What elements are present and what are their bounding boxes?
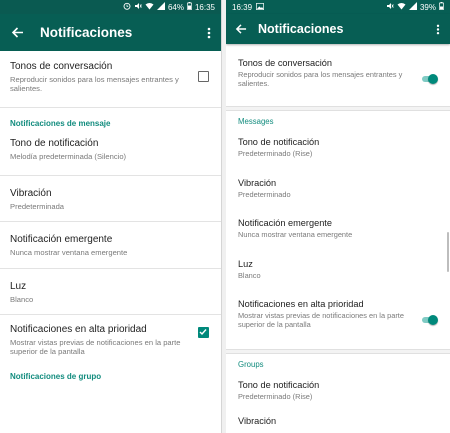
setting-title: Notificación emergente (10, 234, 113, 245)
signal-icon (408, 2, 417, 12)
wifi-icon (397, 2, 406, 12)
toolbar: Notificaciones (0, 14, 221, 51)
setting-light[interactable]: Luz Blanco (0, 269, 221, 315)
setting-title: Notificaciones en alta prioridad (238, 299, 364, 309)
setting-group-vibration[interactable]: Vibración (226, 413, 450, 433)
back-button[interactable] (0, 26, 34, 39)
clock: 16:35 (194, 2, 215, 12)
setting-high-priority[interactable]: Notificaciones en alta prioridad Mostrar… (226, 293, 450, 349)
setting-subtitle: Predeterminado (238, 190, 291, 199)
status-bar: 16:39 39% (226, 0, 450, 14)
high-priority-switch[interactable] (420, 315, 438, 325)
battery-icon (187, 2, 192, 12)
setting-title: Vibración (238, 178, 277, 188)
page-title: Notificaciones (258, 22, 344, 36)
section-divider (226, 106, 450, 111)
setting-subtitle: Blanco (10, 295, 34, 304)
setting-subtitle: Reproducir sonidos para los mensajes ent… (10, 75, 179, 94)
page-title: Notificaciones (40, 25, 133, 40)
setting-title: Tono de notificación (238, 380, 320, 390)
section-header-groups: Notificaciones de grupo (10, 372, 102, 381)
setting-subtitle: Predeterminado (Rise) (238, 392, 313, 401)
setting-high-priority[interactable]: Notificaciones en alta prioridad Mostrar… (0, 315, 221, 367)
switch-thumb (428, 315, 438, 325)
setting-title: Vibración (238, 416, 277, 426)
battery-text: 64% (167, 2, 184, 12)
section-divider (226, 349, 450, 354)
clock: 16:39 (232, 2, 253, 12)
section-header-messages: Notificaciones de mensaje (10, 119, 111, 128)
setting-title: Vibración (10, 188, 52, 199)
conversation-tones-checkbox[interactable] (198, 71, 209, 82)
scrollbar[interactable] (447, 232, 449, 272)
setting-popup-notification[interactable]: Notificación emergente Nunca mostrar ven… (0, 222, 221, 269)
setting-title: Notificaciones en alta prioridad (10, 324, 147, 335)
settings-list: Tonos de conversación Reproducir sonidos… (0, 51, 221, 387)
left-screen: 64% 16:35 Notificaciones Tonos de conver… (0, 0, 222, 433)
setting-title: Tono de notificación (238, 137, 320, 147)
more-vert-icon (436, 24, 440, 34)
section-header-groups: Groups (238, 360, 264, 369)
battery-text: 39% (419, 2, 436, 12)
setting-title: Tonos de conversación (238, 58, 332, 68)
wifi-icon (145, 2, 154, 12)
setting-subtitle: Blanco (238, 271, 261, 280)
setting-subtitle: Nunca mostrar ventana emergente (238, 230, 353, 239)
setting-notification-tone[interactable]: Tono de notificación Predeterminado (Ris… (226, 131, 450, 172)
setting-subtitle: Mostrar vistas previas de notificaciones… (238, 311, 404, 330)
setting-vibration[interactable]: Vibración Predeterminado (226, 172, 450, 212)
conversation-tones-switch[interactable] (420, 74, 438, 84)
battery-icon (439, 2, 444, 12)
check-icon (199, 329, 207, 336)
arrow-left-icon (235, 24, 247, 34)
setting-subtitle: Melodía predeterminada (Silencio) (10, 152, 127, 161)
mute-icon (386, 2, 394, 12)
setting-title: Tono de notificación (10, 138, 99, 149)
mute-icon (134, 2, 142, 12)
more-vert-icon (207, 27, 211, 38)
setting-light[interactable]: Luz Blanco (226, 253, 450, 293)
setting-conversation-tones[interactable]: Tonos de conversación Reproducir sonidos… (0, 51, 221, 108)
status-bar: 64% 16:35 (0, 0, 221, 14)
setting-title: Notificación emergente (238, 218, 332, 228)
back-button[interactable] (226, 23, 256, 35)
setting-subtitle: Mostrar vistas previas de notificaciones… (10, 338, 181, 357)
more-options-button[interactable] (426, 24, 450, 35)
setting-subtitle: Reproducir sonidos para los mensajes ent… (238, 70, 403, 89)
section-header-messages: Messages (238, 117, 274, 126)
setting-vibration[interactable]: Vibración Predeterminada (0, 176, 221, 222)
setting-subtitle: Nunca mostrar ventana emergente (10, 248, 128, 257)
setting-title: Luz (238, 259, 253, 269)
setting-title: Tonos de conversación (10, 61, 113, 72)
more-options-button[interactable] (197, 27, 221, 39)
setting-popup-notification[interactable]: Notificación emergente Nunca mostrar ven… (226, 212, 450, 253)
switch-thumb (428, 74, 438, 84)
signal-icon (156, 2, 165, 12)
setting-subtitle: Predeterminado (Rise) (238, 149, 313, 158)
high-priority-checkbox[interactable] (198, 327, 209, 338)
setting-subtitle: Predeterminada (10, 202, 65, 211)
image-notification-icon (256, 2, 264, 12)
arrow-left-icon (11, 27, 23, 38)
setting-notification-tone[interactable]: Tono de notificación Melodía predetermin… (0, 130, 221, 176)
setting-title: Luz (10, 281, 27, 292)
setting-group-notification-tone[interactable]: Tono de notificación Predeterminado (Ris… (226, 373, 450, 413)
settings-list: Tonos de conversación Reproducir sonidos… (226, 44, 450, 433)
alarm-icon (123, 2, 131, 12)
right-screen: 16:39 39% Notificaciones Tonos de conver… (226, 0, 450, 433)
setting-conversation-tones[interactable]: Tonos de conversación Reproducir sonidos… (226, 44, 450, 106)
toolbar: Notificaciones (226, 14, 450, 44)
